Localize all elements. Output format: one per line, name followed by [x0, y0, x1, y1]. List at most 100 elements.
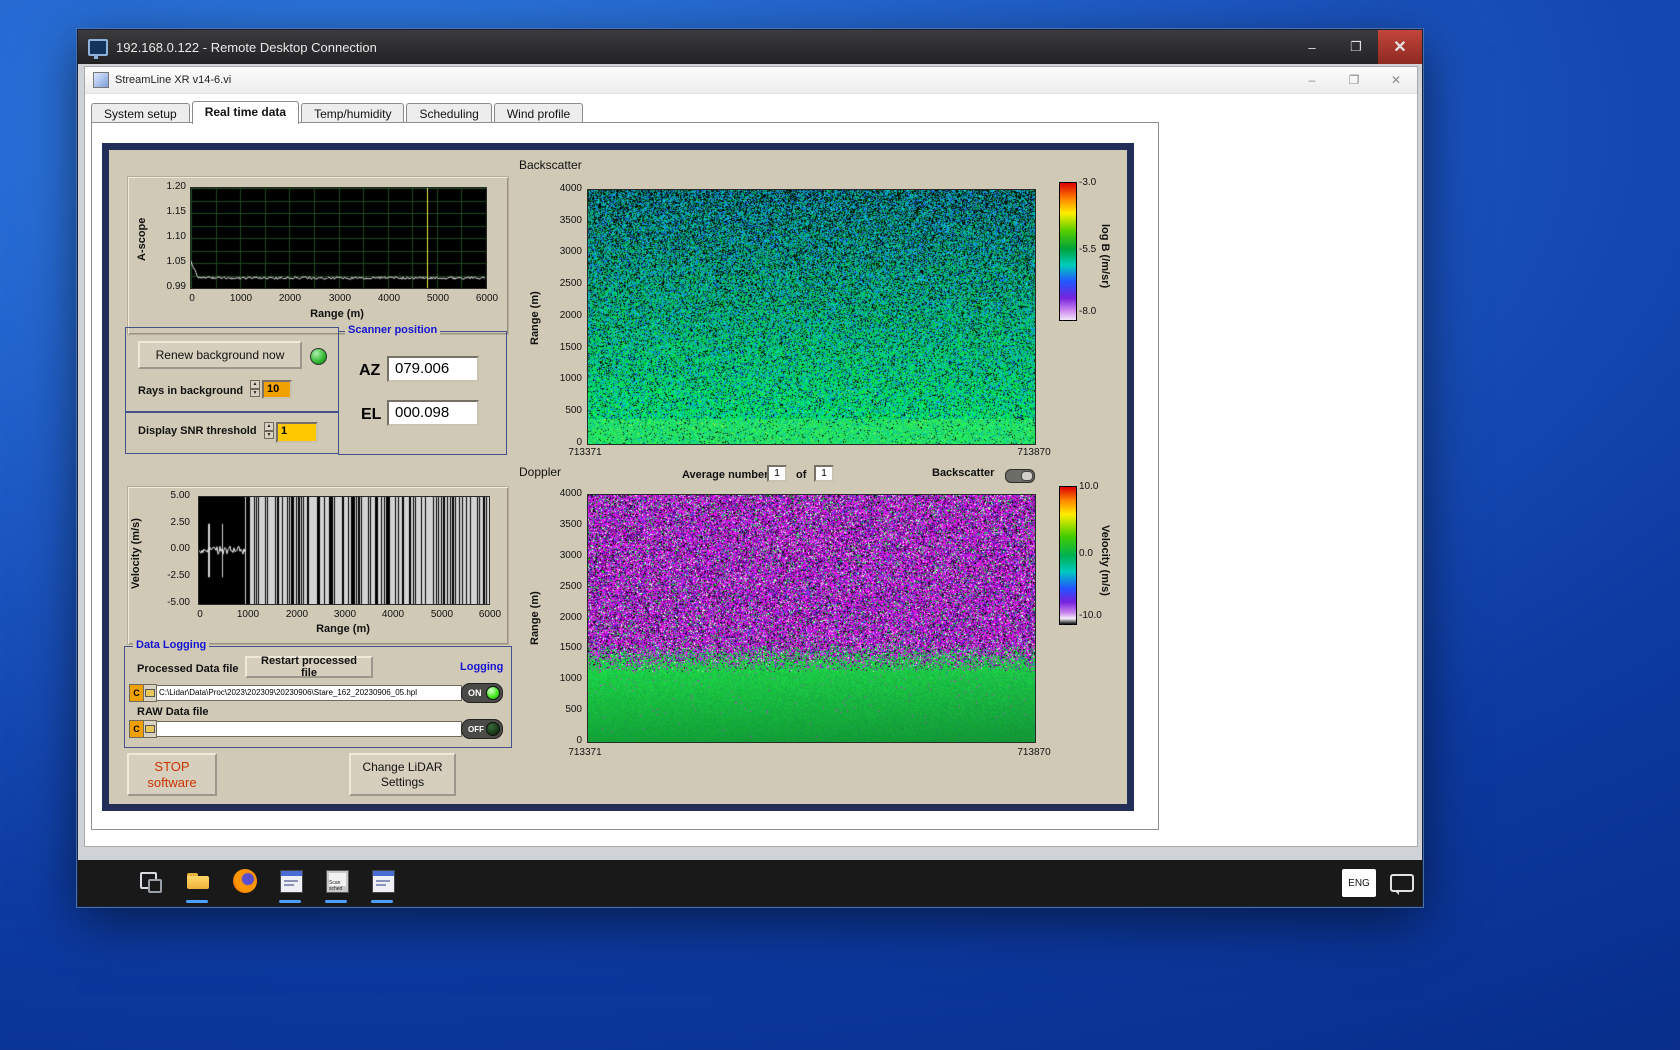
restart-processed-file-button[interactable]: Restart processed file: [245, 655, 373, 679]
tick-label: 3000: [333, 609, 357, 620]
browse-button[interactable]: [143, 684, 157, 702]
tick-label: 4000: [377, 293, 401, 304]
app-restore-button[interactable]: ❐: [1333, 67, 1375, 93]
tick-label: 2500: [559, 581, 582, 592]
notifications-icon[interactable]: [1390, 874, 1414, 895]
firefox-icon[interactable]: [232, 868, 258, 894]
tick-label: 1000: [559, 673, 582, 684]
tab-scheduling[interactable]: Scheduling: [406, 103, 492, 124]
tick-label: 0: [576, 735, 582, 746]
app-close-button[interactable]: ✕: [1375, 67, 1417, 93]
app-titlebar[interactable]: StreamLine XR v14-6.vi – ❐ ✕: [85, 67, 1417, 94]
toggle-state-label: ON: [468, 688, 482, 698]
rdp-titlebar[interactable]: 192.168.0.122 - Remote Desktop Connectio…: [78, 30, 1422, 64]
active-app-indicator: [325, 900, 347, 903]
tick-label: 1.10: [166, 231, 186, 242]
ascope-graph: A-scope 1.20 1.15 1.10 1.05 0.99 0 1000 …: [127, 176, 509, 335]
labview-vi-icon[interactable]: [370, 868, 396, 894]
stop-software-button[interactable]: STOP software: [127, 753, 217, 796]
change-lidar-settings-button[interactable]: Change LiDAR Settings: [349, 753, 456, 796]
renew-led-icon: [310, 348, 327, 365]
tab-temp-humidity[interactable]: Temp/humidity: [301, 103, 405, 124]
app-window-title: StreamLine XR v14-6.vi: [115, 74, 232, 86]
drive-badge: C: [129, 720, 144, 738]
tick-label: 713870: [1017, 447, 1051, 458]
tick-label: 0.00: [170, 543, 190, 554]
tick-label: 1000: [229, 293, 253, 304]
renew-background-button[interactable]: Renew background now: [138, 341, 302, 369]
task-view-icon[interactable]: [137, 868, 163, 894]
desktop: 192.168.0.122 - Remote Desktop Connectio…: [0, 0, 1680, 1050]
tick-label: 4000: [559, 183, 582, 194]
tick-label: 1500: [559, 642, 582, 653]
tab-wind-profile[interactable]: Wind profile: [493, 103, 584, 124]
tick-label: 1.15: [166, 206, 186, 217]
close-button[interactable]: ✕: [1378, 30, 1422, 64]
tick-label: -5.5: [1079, 244, 1097, 255]
processed-logging-toggle[interactable]: ON: [461, 683, 503, 703]
doppler-ylabel: Range (m): [529, 591, 541, 645]
tick-label: -5.00: [167, 597, 190, 608]
backscatter-colorbar-label: log B (/m/sr): [1099, 223, 1111, 289]
tick-label: 5.00: [170, 490, 190, 501]
tick-label: 6000: [475, 293, 499, 304]
tab-strip: System setup Real time data Temp/humidit…: [91, 99, 585, 124]
average-total-value: 1: [814, 465, 834, 482]
tick-label: 3000: [328, 293, 352, 304]
rays-value[interactable]: 10: [262, 380, 292, 399]
rays-label: Rays in background: [138, 385, 244, 397]
doppler-colorbar-label: Velocity (m/s): [1099, 524, 1111, 596]
scanner-position-title: Scanner position: [345, 324, 441, 336]
data-logging-title: Data Logging: [133, 639, 210, 651]
off-led-icon: [486, 722, 500, 736]
maximize-button[interactable]: ❐: [1334, 30, 1378, 64]
tick-label: 2.50: [170, 517, 190, 528]
snr-stepper[interactable]: ▲ ▼: [264, 422, 274, 439]
file-explorer-icon[interactable]: [185, 868, 211, 894]
tick-label: 500: [565, 704, 582, 715]
average-number-value[interactable]: 1: [767, 465, 787, 482]
scan-schedule-icon[interactable]: Scan sched: [324, 868, 350, 894]
decrement-icon[interactable]: ▼: [250, 388, 260, 397]
tick-label: 713870: [1017, 747, 1051, 758]
raw-logging-toggle[interactable]: OFF: [461, 719, 503, 739]
increment-icon[interactable]: ▲: [264, 422, 274, 431]
tick-label: 3000: [559, 550, 582, 561]
el-value: 000.098: [387, 400, 479, 426]
ascope-ylabel: A-scope: [136, 217, 148, 262]
tab-real-time-data[interactable]: Real time data: [191, 101, 300, 124]
change-settings-label: Settings: [380, 774, 425, 789]
velocity-plot: [198, 496, 490, 605]
data-logging-group: Data Logging Processed Data file Restart…: [124, 639, 512, 748]
rays-stepper[interactable]: ▲ ▼: [250, 380, 260, 397]
logging-label: Logging: [457, 661, 507, 673]
labview-vi-icon[interactable]: [278, 868, 304, 894]
toggle-state-label: OFF: [468, 724, 484, 734]
snr-value[interactable]: 1: [276, 422, 318, 443]
browse-button[interactable]: [143, 720, 157, 738]
tick-label: 2000: [559, 310, 582, 321]
rdp-computer-icon: [88, 38, 108, 59]
tick-label: 2000: [278, 293, 302, 304]
front-panel: A-scope 1.20 1.15 1.10 1.05 0.99 0 1000 …: [102, 143, 1134, 811]
tick-label: 713371: [568, 447, 602, 458]
decrement-icon[interactable]: ▼: [264, 430, 274, 439]
tick-label: 2000: [559, 612, 582, 623]
tick-label: -3.0: [1079, 177, 1097, 188]
tab-system-setup[interactable]: System setup: [91, 103, 190, 124]
app-minimize-button[interactable]: –: [1291, 67, 1333, 93]
tick-label: 3000: [559, 246, 582, 257]
language-indicator[interactable]: ENG: [1342, 869, 1376, 897]
tick-label: 0: [189, 293, 195, 304]
tick-label: 1500: [559, 342, 582, 353]
minimize-button[interactable]: –: [1290, 30, 1334, 64]
tick-label: 500: [565, 405, 582, 416]
on-led-icon: [486, 686, 500, 700]
tick-label: 5000: [426, 293, 450, 304]
raw-path-field[interactable]: [156, 721, 462, 737]
processed-path-field[interactable]: C:\Lidar\Data\Proc\2023\202309\20230906\…: [156, 685, 462, 701]
backscatter-toggle[interactable]: [1005, 469, 1035, 483]
doppler-colorbar: [1059, 486, 1077, 625]
backscatter-toggle-label: Backscatter: [932, 467, 995, 479]
increment-icon[interactable]: ▲: [250, 380, 260, 389]
